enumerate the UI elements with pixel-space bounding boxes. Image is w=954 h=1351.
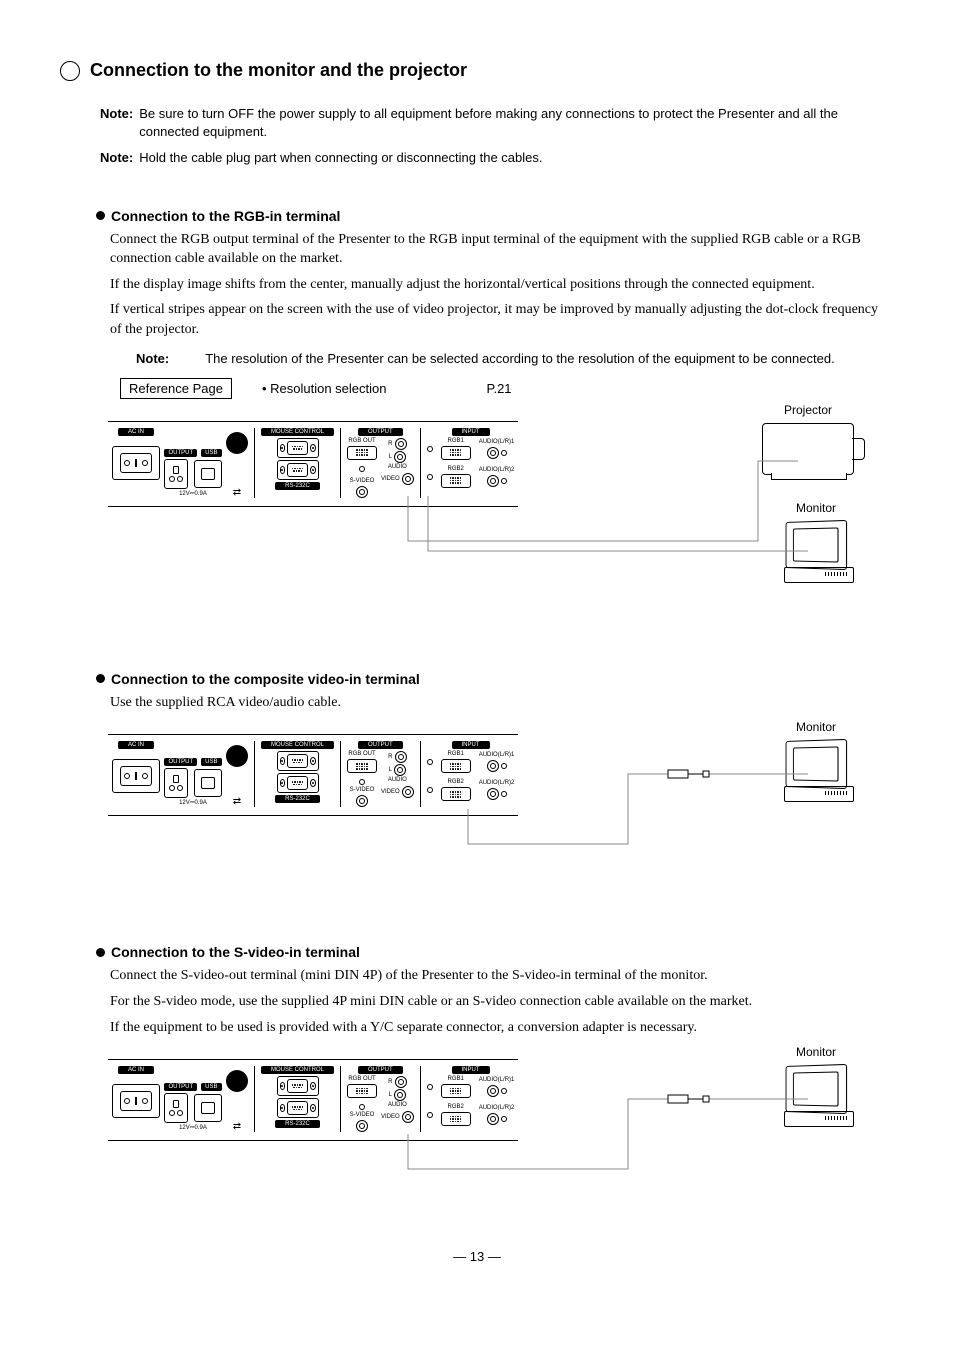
label-audio1: AUDIO(L/R)1 [479, 439, 515, 445]
label-volt: 12V⎓0.9A [179, 491, 207, 498]
label-rgbout: RGB OUT [348, 438, 375, 444]
reference-box: Reference Page [120, 378, 232, 399]
label-rgb2: RGB2 [448, 466, 464, 472]
label-output-section: OUTPUT [358, 428, 403, 436]
note-label: Note: [136, 350, 169, 368]
section-1-note: Note: The resolution of the Presenter ca… [136, 350, 894, 368]
reference-item: • Resolution selection [262, 381, 387, 396]
label-input: INPUT [452, 428, 490, 436]
monitor-icon [784, 740, 848, 802]
label-rgb1: RGB1 [448, 438, 464, 444]
note-2: Note: Hold the cable plug part when conn… [100, 149, 894, 167]
label-monitor: Monitor [796, 720, 836, 734]
label-monitor: Monitor [796, 501, 836, 515]
section-1-title: Connection to the RGB-in terminal [111, 208, 340, 224]
diagram-2: AC IN OUTPUT USB [108, 724, 894, 874]
diagram-3: AC IN OUTPUT USB [108, 1049, 894, 1199]
note-label: Note: [100, 105, 133, 141]
note-text: Hold the cable plug part when connecting… [139, 149, 542, 167]
label-video: VIDEO [381, 476, 400, 482]
bullet-icon [96, 674, 105, 683]
reference-row: Reference Page • Resolution selection P.… [120, 378, 894, 399]
monitor-icon [784, 1065, 848, 1127]
note-label: Note: [100, 149, 133, 167]
note-1: Note: Be sure to turn OFF the power supp… [100, 105, 894, 141]
projector-icon [762, 423, 854, 475]
bullet-icon [96, 948, 105, 957]
diagram-1: AC IN OUTPUT USB [108, 411, 894, 611]
note-text: The resolution of the Presenter can be s… [205, 350, 834, 368]
reference-page: P.21 [486, 381, 511, 396]
label-projector: Projector [784, 403, 832, 417]
section-3-heading: Connection to the S-video-in terminal [96, 944, 894, 960]
label-monitor: Monitor [796, 1045, 836, 1059]
section-3-p3: If the equipment to be used is provided … [110, 1018, 884, 1038]
label-r: R [388, 441, 392, 447]
label-audio2: AUDIO(L/R)2 [479, 467, 515, 473]
section-1-p3: If vertical stripes appear on the screen… [110, 300, 884, 339]
label-output-small: OUTPUT [164, 449, 197, 457]
label-mouse: MOUSE CONTROL [261, 428, 334, 436]
bullet-icon [96, 211, 105, 220]
circle-bullet-icon [60, 61, 80, 81]
section-3-p1: Connect the S-video-out terminal (mini D… [110, 966, 884, 986]
section-1-p2: If the display image shifts from the cen… [110, 275, 884, 295]
connector-panel: AC IN OUTPUT USB [108, 421, 518, 507]
section-1-p1: Connect the RGB output terminal of the P… [110, 230, 884, 269]
note-text: Be sure to turn OFF the power supply to … [139, 105, 894, 141]
monitor-icon [784, 521, 848, 583]
label-svideo: S-VIDEO [350, 478, 375, 484]
label-l: L [389, 454, 392, 460]
label-acin: AC IN [118, 428, 154, 436]
section-2-title: Connection to the composite video-in ter… [111, 671, 420, 687]
page-number: — 13 — [60, 1249, 894, 1264]
label-audio: AUDIO [388, 464, 407, 470]
section-3-title: Connection to the S-video-in terminal [111, 944, 360, 960]
label-rs232c: RS-232C [275, 482, 320, 490]
connector-panel: AC IN OUTPUT USB [108, 1059, 518, 1141]
heading-text: Connection to the monitor and the projec… [90, 60, 467, 81]
section-2-p1: Use the supplied RCA video/audio cable. [110, 693, 884, 713]
label-usb: USB [201, 449, 221, 457]
connector-panel: AC IN OUTPUT USB [108, 734, 518, 816]
section-1-heading: Connection to the RGB-in terminal [96, 208, 894, 224]
section-3-p2: For the S-video mode, use the supplied 4… [110, 992, 884, 1012]
section-2-heading: Connection to the composite video-in ter… [96, 671, 894, 687]
page-heading: Connection to the monitor and the projec… [60, 60, 894, 81]
